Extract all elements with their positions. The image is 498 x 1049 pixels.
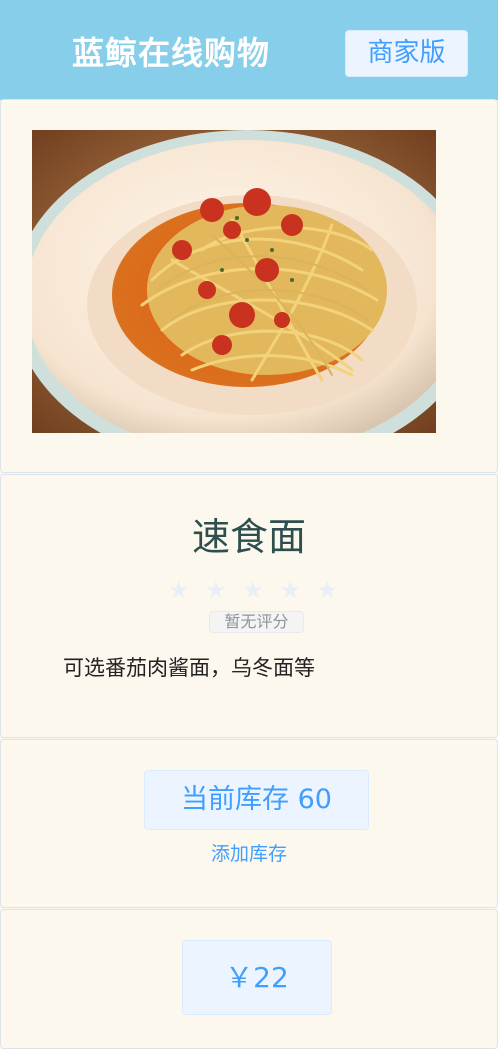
star-icon[interactable]: ★ <box>205 575 227 605</box>
app-title: 蓝鲸在线购物 <box>72 34 271 72</box>
product-name: 速食面 <box>191 515 306 559</box>
product-image <box>32 130 436 433</box>
rating-stars[interactable]: ★ ★ ★ ★ ★ <box>168 575 338 605</box>
star-icon[interactable]: ★ <box>242 575 264 605</box>
product-info-card: 速食面 ★ ★ ★ ★ ★ 暂无评分 可选番茄肉酱面，乌冬面等 <box>0 474 498 738</box>
merchant-version-button[interactable]: 商家版 <box>345 30 468 77</box>
star-icon[interactable]: ★ <box>279 575 301 605</box>
current-stock-tag: 当前库存 60 <box>144 770 369 830</box>
price-tag: ￥22 <box>182 940 332 1015</box>
price-card: ￥22 <box>0 909 498 1049</box>
star-icon[interactable]: ★ <box>168 575 190 605</box>
add-stock-link[interactable]: 添加库存 <box>1 839 497 869</box>
app-header: 蓝鲸在线购物 商家版 <box>0 0 498 100</box>
stock-card: 当前库存 60 添加库存 <box>0 739 498 908</box>
product-image-card <box>0 99 498 473</box>
star-icon[interactable]: ★ <box>316 575 338 605</box>
product-description: 可选番茄肉酱面，乌冬面等 <box>63 656 315 680</box>
no-rating-tag: 暂无评分 <box>209 611 304 633</box>
